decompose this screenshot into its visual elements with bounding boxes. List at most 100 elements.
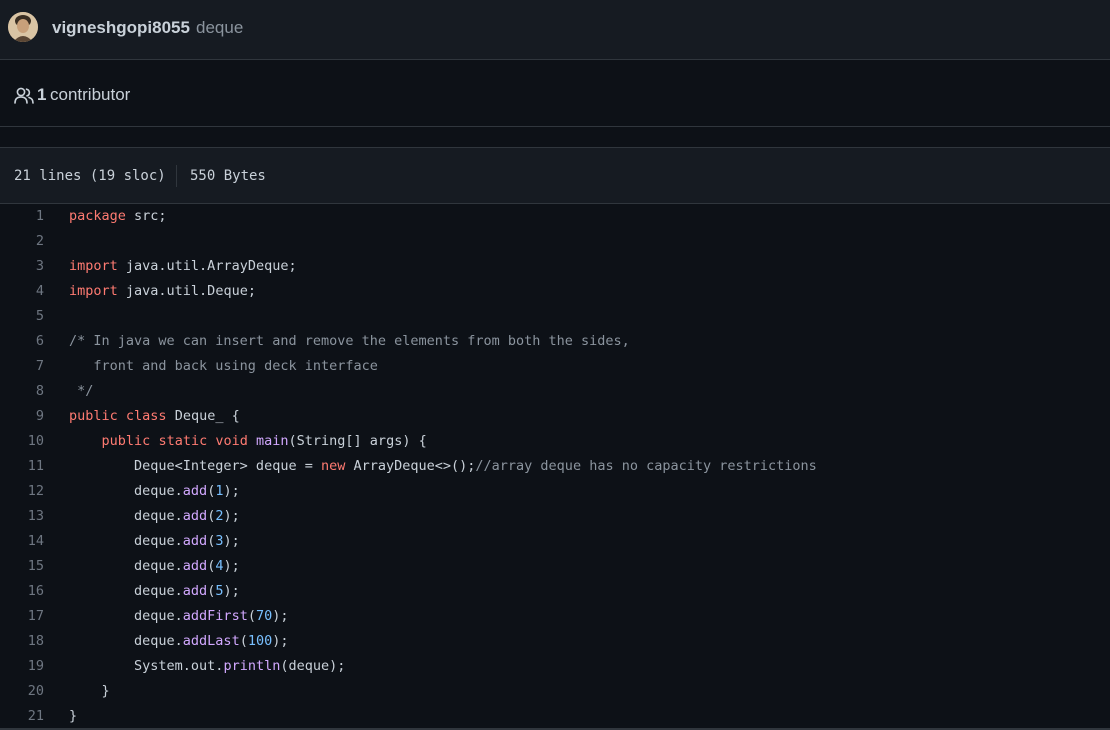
code-line: 6 /* In java we can insert and remove the… [0,329,1110,354]
line-number[interactable]: 20 [0,679,44,704]
line-number[interactable]: 13 [0,504,44,529]
code-token: Deque<Integer> deque = [69,458,321,474]
line-number[interactable]: 6 [0,329,44,354]
code-text: deque.addFirst(70); [69,604,289,629]
code-token: println [223,658,281,674]
code-line: 13 deque.add(2); [0,504,1110,529]
line-number[interactable]: 10 [0,429,44,454]
file-line-count: 21 lines (19 sloc) [14,168,166,184]
line-number[interactable]: 19 [0,654,44,679]
code-line: 2 [0,229,1110,254]
code-token: java.util.ArrayDeque; [117,258,297,274]
code-token: System.out. [69,658,224,674]
code-text: package src; [69,204,167,229]
code-line: 20 } [0,679,1110,704]
line-number[interactable]: 11 [0,454,44,479]
line-number[interactable]: 5 [0,304,44,329]
file-info-divider [176,165,177,187]
code-line: 3 import java.util.ArrayDeque; [0,254,1110,279]
code-token: add [182,558,208,574]
code-token: ( [239,633,248,649]
contributors-bar[interactable]: 1 contributor [0,60,1110,127]
avatar-icon [8,12,38,42]
code-token: void [215,433,248,449]
code-token: /* In java we can insert and remove the … [69,333,630,349]
code-line: 1 package src; [0,204,1110,229]
code-token: ( [247,608,256,624]
code-token: addFirst [182,608,248,624]
contributor-label: contributor [50,85,131,104]
code-token: addLast [182,633,240,649]
line-number[interactable]: 14 [0,529,44,554]
line-number[interactable]: 7 [0,354,44,379]
code-token: new [320,458,346,474]
line-number[interactable]: 16 [0,579,44,604]
line-number[interactable]: 9 [0,404,44,429]
code-token: public [69,408,118,424]
code-token: //array deque has no capacity restrictio… [475,458,817,474]
code-text: Deque<Integer> deque = new ArrayDeque<>(… [69,454,817,479]
code-text: deque.add(5); [69,579,240,604]
code-token: src; [125,208,167,224]
line-number[interactable]: 3 [0,254,44,279]
code-line: 7 front and back using deck interface [0,354,1110,379]
code-token: } [69,683,110,699]
code-text: deque.add(1); [69,479,240,504]
code-text: } [69,704,77,729]
line-number[interactable]: 4 [0,279,44,304]
line-number[interactable]: 12 [0,479,44,504]
code-view: 1 package src; 2 3 import java.util.ArrayDeq… [0,204,1110,730]
line-number[interactable]: 18 [0,629,44,654]
code-text: front and back using deck interface [69,354,378,379]
code-line: 5 [0,304,1110,329]
code-token: package [69,208,126,224]
code-text: System.out.println(deque); [69,654,345,679]
code-line: 8 */ [0,379,1110,404]
commit-message-link[interactable]: deque [196,18,243,38]
people-icon [14,87,34,104]
commit-author-link[interactable]: vigneshgopi8055 [52,18,190,38]
code-token: add [182,533,208,549]
code-token: deque. [69,533,183,549]
code-token: ); [272,608,289,624]
code-text: import java.util.ArrayDeque; [69,254,297,279]
line-number[interactable]: 2 [0,229,44,254]
code-text: deque.addLast(100); [69,629,289,654]
code-token: front and back using deck interface [69,358,378,374]
code-token: Deque_ { [166,408,240,424]
code-line: 9 public class Deque_ { [0,404,1110,429]
line-number[interactable]: 8 [0,379,44,404]
code-line: 11 Deque<Integer> deque = new ArrayDeque… [0,454,1110,479]
contributor-count: 1 [37,85,47,104]
code-token: class [125,408,167,424]
latest-commit-bar: vigneshgopi8055 deque [0,0,1110,60]
code-token: ); [272,633,289,649]
code-text: import java.util.Deque; [69,279,256,304]
line-number[interactable]: 1 [0,204,44,229]
code-text: } [69,679,110,704]
code-token: add [182,508,208,524]
file-info-header: 21 lines (19 sloc) 550 Bytes [0,147,1110,204]
code-token: java.util.Deque; [117,283,256,299]
code-token: deque. [69,508,183,524]
code-token: add [182,483,208,499]
code-line: 12 deque.add(1); [0,479,1110,504]
code-token: ArrayDeque<>(); [345,458,476,474]
line-number[interactable]: 21 [0,704,44,729]
code-text: deque.add(4); [69,554,240,579]
author-avatar[interactable] [8,12,38,42]
line-number[interactable]: 15 [0,554,44,579]
code-line: 16 deque.add(5); [0,579,1110,604]
code-line: 21} [0,704,1110,729]
code-text: public class Deque_ { [69,404,240,429]
code-token: add [182,583,208,599]
line-number[interactable]: 17 [0,604,44,629]
code-token: deque. [69,558,183,574]
code-line: 17 deque.addFirst(70); [0,604,1110,629]
code-token: ); [223,583,240,599]
code-token: import [69,283,118,299]
code-text: public static void main(String[] args) { [69,429,427,454]
code-text: /* In java we can insert and remove the … [69,329,630,354]
code-token: main [256,433,289,449]
